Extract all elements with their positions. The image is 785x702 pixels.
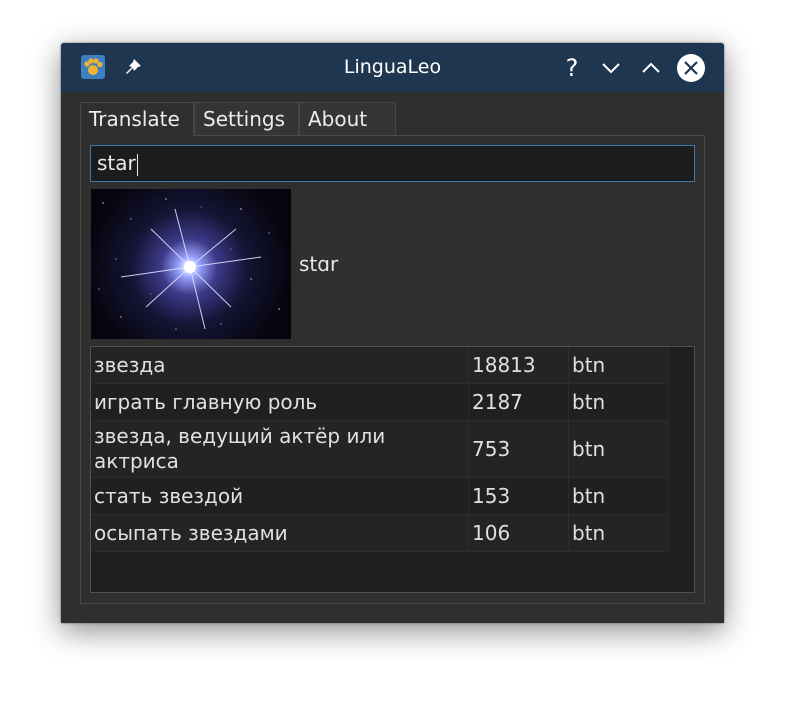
lingualeo-app-icon[interactable] [81,55,105,79]
maximize-icon[interactable] [637,54,665,82]
tab-about[interactable]: About [299,102,396,135]
pin-icon[interactable] [122,56,144,78]
translation-button[interactable]: btn [569,421,669,478]
table-row[interactable]: звезда 18813 btn [91,347,669,384]
table-row[interactable]: играть главную роль 2187 btn [91,384,669,421]
translation-count: 753 [469,421,569,478]
translation-button[interactable]: btn [569,384,669,421]
translation-button[interactable]: btn [569,347,669,384]
translation-text: звезда, ведущий актёр или актриса [91,421,469,478]
translation-text: играть главную роль [91,384,469,421]
minimize-icon[interactable] [597,54,625,82]
table-row[interactable]: осыпать звездами 106 btn [91,515,669,552]
result-word: stɑr [299,252,339,276]
star-image [91,189,291,339]
translations-table: звезда 18813 btn играть главную роль 218… [90,346,695,593]
help-icon[interactable]: ? [558,54,586,82]
tab-settings[interactable]: Settings [194,102,299,135]
search-value: star [97,151,136,175]
translation-count: 2187 [469,384,569,421]
table-row[interactable]: стать звездой 153 btn [91,478,669,515]
translation-count: 153 [469,478,569,515]
translate-panel: star stɑr звезда 18813 btn играть главну… [80,135,705,604]
translation-text: стать звездой [91,478,469,515]
search-input[interactable]: star [90,145,695,182]
translation-button[interactable]: btn [569,515,669,552]
translation-text: звезда [91,347,469,384]
tab-translate[interactable]: Translate [80,102,194,136]
translation-button[interactable]: btn [569,478,669,515]
translation-count: 18813 [469,347,569,384]
table-row[interactable]: звезда, ведущий актёр или актриса 753 bt… [91,421,669,478]
close-icon[interactable] [677,54,705,82]
titlebar[interactable]: LinguaLeo ? [61,43,724,92]
translation-text: осыпать звездами [91,515,469,552]
app-window: LinguaLeo ? Translate Settings About sta… [61,43,724,623]
translation-count: 106 [469,515,569,552]
text-caret [136,153,138,176]
